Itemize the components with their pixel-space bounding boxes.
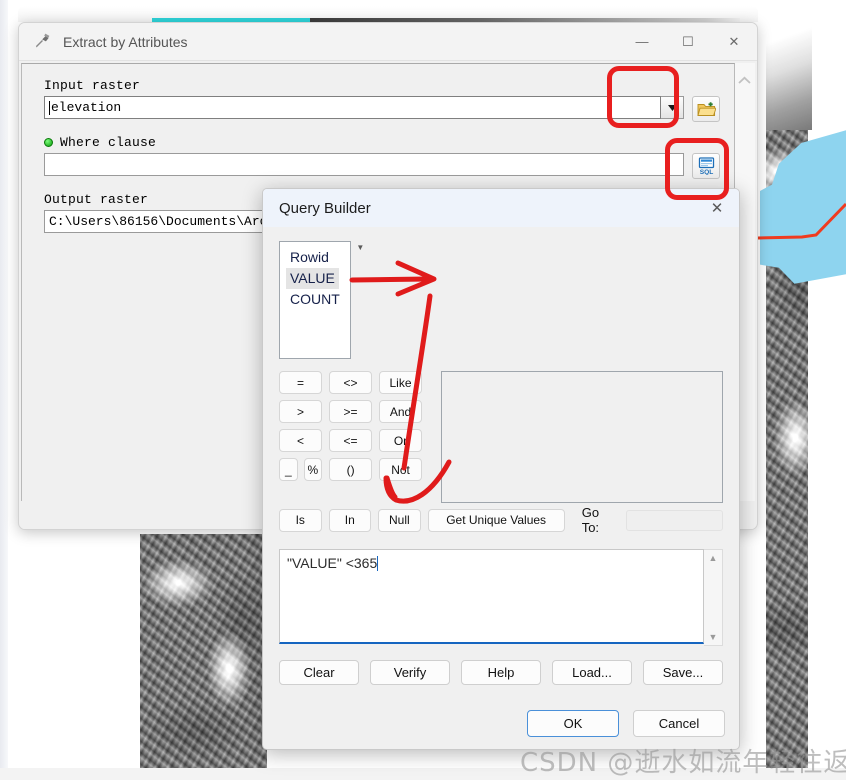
window-left-edge	[0, 0, 8, 780]
field-list-item-value[interactable]: VALUE	[286, 268, 339, 289]
op-equals-button[interactable]: =	[279, 371, 322, 394]
operator-row-3: < <= Or	[279, 429, 429, 452]
op-null-button[interactable]: Null	[378, 508, 421, 532]
go-to-input[interactable]	[626, 509, 724, 531]
query-builder-body: Rowid VALUE COUNT ▼ = <> Like > >= And <…	[263, 227, 739, 685]
op-or-button[interactable]: Or	[379, 429, 422, 452]
field-list-item-rowid[interactable]: Rowid	[286, 247, 333, 268]
hammer-icon	[33, 32, 59, 51]
operator-row-2: > >= And	[279, 400, 429, 423]
field-list[interactable]: Rowid VALUE COUNT	[279, 241, 351, 359]
scroll-up-arrow-icon[interactable]: ▲	[709, 553, 718, 563]
op-parentheses-button[interactable]: ()	[329, 458, 373, 481]
extract-dialog-titlebar[interactable]: Extract by Attributes — ☐ ✕	[19, 23, 757, 61]
extract-window-controls: — ☐ ✕	[619, 23, 757, 60]
help-button[interactable]: Help	[461, 660, 541, 685]
op-not-button[interactable]: Not	[379, 458, 422, 481]
expression-textarea[interactable]: "VALUE" <365	[279, 549, 704, 644]
expression-area: "VALUE" <365 ▲ ▼	[279, 549, 723, 646]
required-green-dot-icon	[44, 138, 53, 147]
cancel-button[interactable]: Cancel	[633, 709, 725, 737]
op-not-equals-button[interactable]: <>	[329, 371, 372, 394]
csdn-watermark: CSDN @逝水如流年轻往返染尘	[520, 748, 846, 778]
op-is-button[interactable]: Is	[279, 508, 322, 532]
query-builder-title: Query Builder	[279, 199, 371, 217]
red-highlight-rectangle-sql-button	[665, 138, 729, 200]
operator-row-5: Is In Null Get Unique Values Go To:	[279, 505, 724, 535]
where-clause-row: SQL	[44, 153, 720, 179]
text-caret	[49, 100, 50, 115]
clear-button[interactable]: Clear	[279, 660, 359, 685]
open-folder-icon[interactable]	[692, 96, 720, 122]
op-like-button[interactable]: Like	[379, 371, 422, 394]
close-icon[interactable]: ✕	[711, 23, 757, 60]
list-scroll-arrow-icon[interactable]: ▼	[354, 241, 367, 359]
where-clause-label: Where clause	[44, 135, 720, 150]
ok-button[interactable]: OK	[527, 709, 619, 737]
op-in-button[interactable]: In	[328, 508, 372, 532]
field-list-item-count[interactable]: COUNT	[286, 289, 344, 310]
input-raster-field[interactable]: elevation	[44, 96, 661, 119]
unique-values-list[interactable]	[441, 371, 723, 503]
chevron-up-icon[interactable]	[735, 71, 753, 89]
elevation-raster-right	[766, 20, 808, 780]
op-percent-button[interactable]: %	[303, 458, 323, 481]
scroll-down-arrow-icon[interactable]: ▼	[709, 632, 718, 642]
field-list-wrapper: Rowid VALUE COUNT ▼	[279, 241, 723, 359]
get-unique-values-button[interactable]: Get Unique Values	[427, 508, 565, 532]
expression-scrollbar[interactable]: ▲ ▼	[704, 549, 723, 646]
query-builder-dialog: Query Builder ✕ Rowid VALUE COUNT ▼ = <>…	[262, 188, 740, 750]
op-greater-equal-button[interactable]: >=	[329, 400, 372, 423]
red-highlight-rectangle-dropdown	[607, 66, 679, 128]
maximize-icon[interactable]: ☐	[665, 23, 711, 60]
verify-button[interactable]: Verify	[370, 660, 450, 685]
where-clause-field[interactable]	[44, 153, 684, 176]
op-and-button[interactable]: And	[379, 400, 422, 423]
operator-row-1: = <> Like	[279, 371, 429, 394]
elevation-raster-left	[140, 534, 267, 780]
expression-text: "VALUE" <365	[287, 555, 378, 571]
extract-dialog-title: Extract by Attributes	[63, 33, 188, 50]
elevation-raster-topright	[766, 20, 812, 130]
minimize-icon[interactable]: —	[619, 23, 665, 60]
text-caret	[377, 556, 379, 571]
operator-row-4: _ % () Not	[279, 458, 429, 481]
op-less-button[interactable]: <	[279, 429, 322, 452]
op-greater-button[interactable]: >	[279, 400, 322, 423]
save-button[interactable]: Save...	[643, 660, 723, 685]
op-less-equal-button[interactable]: <=	[329, 429, 372, 452]
op-underscore-button[interactable]: _	[279, 458, 298, 481]
go-to-label: Go To:	[581, 505, 600, 535]
operator-area: = <> Like > >= And < <= Or _ % () Not	[279, 371, 723, 503]
operator-grid: = <> Like > >= And < <= Or _ % () Not	[279, 371, 429, 503]
load-button[interactable]: Load...	[552, 660, 632, 685]
query-builder-action-buttons: Clear Verify Help Load... Save...	[279, 660, 723, 685]
